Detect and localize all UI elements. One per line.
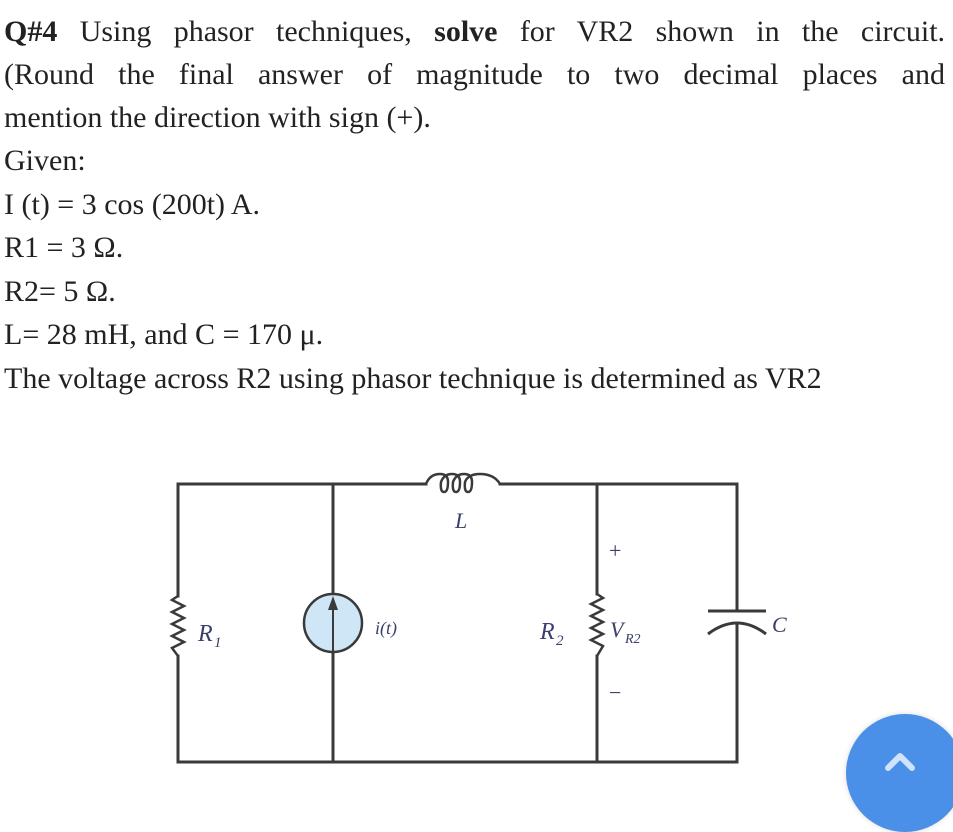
label-r1: R (197, 621, 213, 647)
label-vr2: V (610, 617, 626, 642)
current-source-icon (302, 592, 364, 654)
label-source: i(t) (375, 618, 397, 639)
label-plus-terminal: + (609, 538, 621, 563)
inductor-icon (424, 472, 502, 494)
label-inductor: L (454, 508, 467, 533)
scroll-to-top-button[interactable] (846, 714, 953, 832)
label-vr2-subscript: R2 (624, 632, 641, 647)
circuit-diagram: R 1 i(t) L R 2 V R2 C + − (169, 472, 787, 764)
chevron-up-icon (885, 753, 915, 771)
label-r1-subscript: 1 (214, 635, 222, 651)
label-minus-terminal: − (609, 680, 621, 705)
resistor-r2-icon (588, 592, 606, 657)
resistor-r1-icon (169, 594, 187, 657)
label-r2: R (539, 619, 555, 645)
label-r2-subscript: 2 (556, 633, 564, 649)
label-capacitor: C (772, 612, 787, 637)
